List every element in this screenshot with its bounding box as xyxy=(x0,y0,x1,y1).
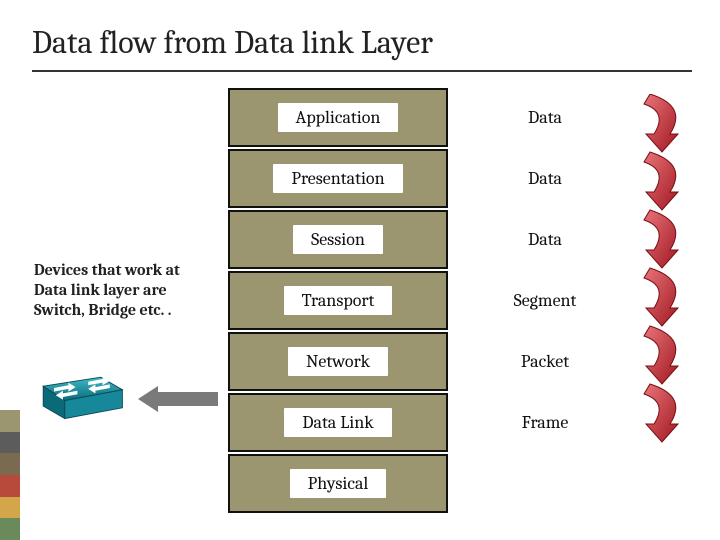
layer-label: Presentation xyxy=(273,164,402,193)
layer-application: Application xyxy=(228,88,448,147)
pdu-application: Data xyxy=(470,88,620,147)
pdu-session: Data xyxy=(470,210,620,269)
network-switch-icon xyxy=(34,370,128,424)
layer-network: Network xyxy=(228,332,448,391)
layer-label: Transport xyxy=(284,286,393,315)
flow-arrows-icon xyxy=(640,94,690,454)
corner-color-tab xyxy=(0,410,20,540)
layer-label: Network xyxy=(288,347,388,376)
layer-transport: Transport xyxy=(228,271,448,330)
title-underline xyxy=(32,70,692,72)
layer-session: Session xyxy=(228,210,448,269)
layer-physical: Physical xyxy=(228,454,448,513)
slide-title: Data flow from Data link Layer xyxy=(32,24,433,61)
layer-presentation: Presentation xyxy=(228,149,448,208)
pdu-physical xyxy=(470,454,620,513)
layer-label: Session xyxy=(293,225,383,254)
pdu-transport: Segment xyxy=(470,271,620,330)
pdu-datalink: Frame xyxy=(470,393,620,452)
pdu-network: Packet xyxy=(470,332,620,391)
layer-label: Application xyxy=(278,103,399,132)
pdu-column: Data Data Data Segment Packet Frame xyxy=(470,88,620,515)
devices-note: Devices that work at Data link layer are… xyxy=(34,260,214,320)
pdu-presentation: Data xyxy=(470,149,620,208)
layer-label: Physical xyxy=(290,469,387,498)
layer-datalink: Data Link xyxy=(228,393,448,452)
osi-layers-column: Application Presentation Session Transpo… xyxy=(228,88,448,515)
arrow-left-icon xyxy=(138,386,218,412)
layer-label: Data Link xyxy=(284,408,391,437)
